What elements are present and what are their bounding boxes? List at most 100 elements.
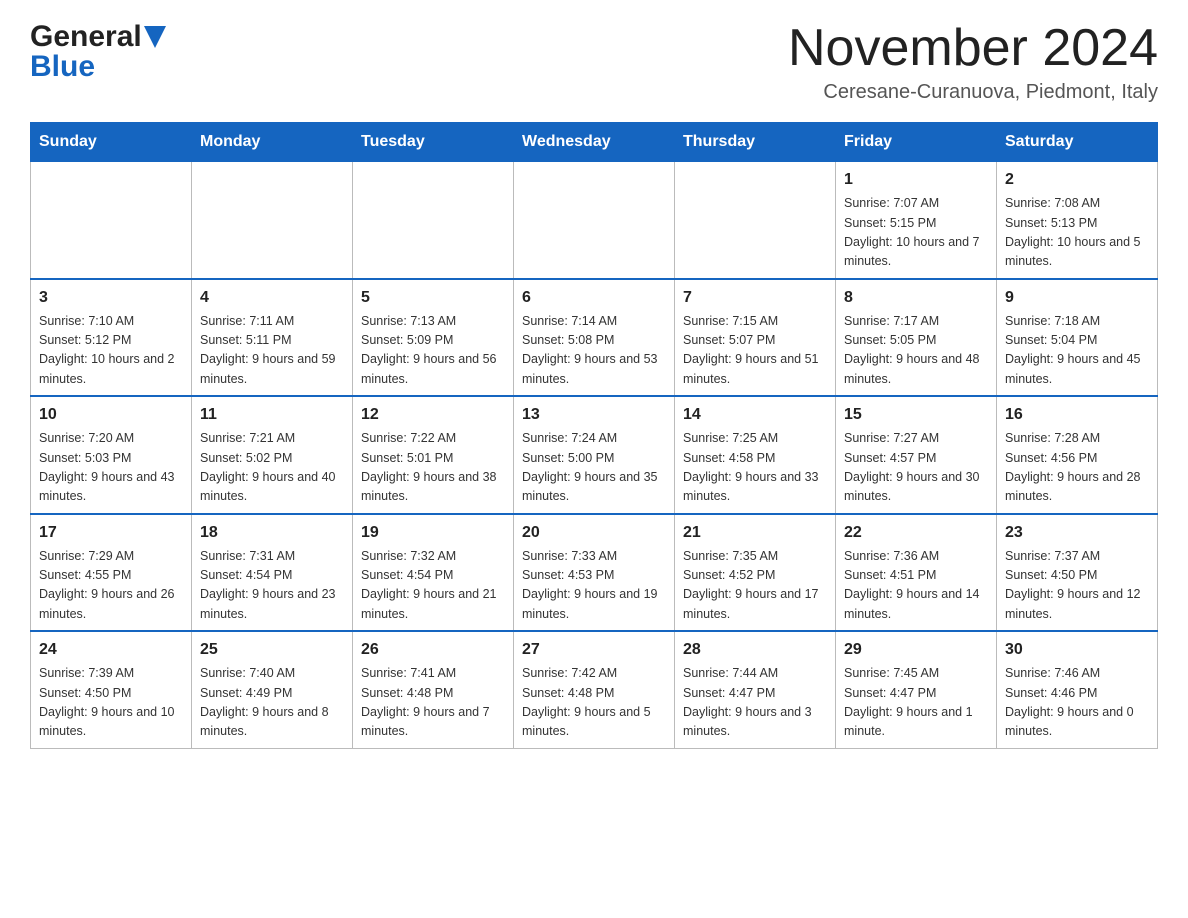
calendar-cell: 10Sunrise: 7:20 AMSunset: 5:03 PMDayligh… bbox=[31, 396, 192, 514]
calendar-week-row: 10Sunrise: 7:20 AMSunset: 5:03 PMDayligh… bbox=[31, 396, 1158, 514]
day-info: Sunrise: 7:17 AMSunset: 5:05 PMDaylight:… bbox=[844, 312, 988, 390]
day-info: Sunrise: 7:42 AMSunset: 4:48 PMDaylight:… bbox=[522, 664, 666, 742]
header-wednesday: Wednesday bbox=[514, 123, 675, 162]
day-number: 27 bbox=[522, 638, 666, 662]
calendar-cell: 11Sunrise: 7:21 AMSunset: 5:02 PMDayligh… bbox=[192, 396, 353, 514]
day-number: 20 bbox=[522, 521, 666, 545]
day-info: Sunrise: 7:46 AMSunset: 4:46 PMDaylight:… bbox=[1005, 664, 1149, 742]
calendar-week-row: 3Sunrise: 7:10 AMSunset: 5:12 PMDaylight… bbox=[31, 279, 1158, 397]
calendar-cell: 13Sunrise: 7:24 AMSunset: 5:00 PMDayligh… bbox=[514, 396, 675, 514]
subtitle: Ceresane-Curanuova, Piedmont, Italy bbox=[788, 81, 1158, 104]
day-info: Sunrise: 7:08 AMSunset: 5:13 PMDaylight:… bbox=[1005, 194, 1149, 272]
calendar-header-row: Sunday Monday Tuesday Wednesday Thursday… bbox=[31, 123, 1158, 162]
day-info: Sunrise: 7:40 AMSunset: 4:49 PMDaylight:… bbox=[200, 664, 344, 742]
day-info: Sunrise: 7:35 AMSunset: 4:52 PMDaylight:… bbox=[683, 547, 827, 625]
calendar-week-row: 17Sunrise: 7:29 AMSunset: 4:55 PMDayligh… bbox=[31, 514, 1158, 632]
calendar-cell: 26Sunrise: 7:41 AMSunset: 4:48 PMDayligh… bbox=[353, 631, 514, 748]
day-number: 23 bbox=[1005, 521, 1149, 545]
header-friday: Friday bbox=[836, 123, 997, 162]
calendar-cell: 3Sunrise: 7:10 AMSunset: 5:12 PMDaylight… bbox=[31, 279, 192, 397]
day-info: Sunrise: 7:15 AMSunset: 5:07 PMDaylight:… bbox=[683, 312, 827, 390]
calendar-cell: 9Sunrise: 7:18 AMSunset: 5:04 PMDaylight… bbox=[997, 279, 1158, 397]
day-number: 28 bbox=[683, 638, 827, 662]
calendar-cell: 12Sunrise: 7:22 AMSunset: 5:01 PMDayligh… bbox=[353, 396, 514, 514]
day-number: 18 bbox=[200, 521, 344, 545]
calendar-cell: 23Sunrise: 7:37 AMSunset: 4:50 PMDayligh… bbox=[997, 514, 1158, 632]
calendar-cell: 17Sunrise: 7:29 AMSunset: 4:55 PMDayligh… bbox=[31, 514, 192, 632]
calendar-cell: 18Sunrise: 7:31 AMSunset: 4:54 PMDayligh… bbox=[192, 514, 353, 632]
day-info: Sunrise: 7:21 AMSunset: 5:02 PMDaylight:… bbox=[200, 429, 344, 507]
day-info: Sunrise: 7:45 AMSunset: 4:47 PMDaylight:… bbox=[844, 664, 988, 742]
title-area: November 2024 Ceresane-Curanuova, Piedmo… bbox=[788, 20, 1158, 104]
day-info: Sunrise: 7:39 AMSunset: 4:50 PMDaylight:… bbox=[39, 664, 183, 742]
calendar-cell: 30Sunrise: 7:46 AMSunset: 4:46 PMDayligh… bbox=[997, 631, 1158, 748]
day-info: Sunrise: 7:24 AMSunset: 5:00 PMDaylight:… bbox=[522, 429, 666, 507]
day-number: 6 bbox=[522, 286, 666, 310]
day-number: 1 bbox=[844, 168, 988, 192]
day-number: 13 bbox=[522, 403, 666, 427]
day-number: 3 bbox=[39, 286, 183, 310]
calendar-cell: 7Sunrise: 7:15 AMSunset: 5:07 PMDaylight… bbox=[675, 279, 836, 397]
calendar-cell: 29Sunrise: 7:45 AMSunset: 4:47 PMDayligh… bbox=[836, 631, 997, 748]
day-info: Sunrise: 7:36 AMSunset: 4:51 PMDaylight:… bbox=[844, 547, 988, 625]
day-info: Sunrise: 7:22 AMSunset: 5:01 PMDaylight:… bbox=[361, 429, 505, 507]
day-number: 12 bbox=[361, 403, 505, 427]
calendar-cell: 24Sunrise: 7:39 AMSunset: 4:50 PMDayligh… bbox=[31, 631, 192, 748]
day-info: Sunrise: 7:28 AMSunset: 4:56 PMDaylight:… bbox=[1005, 429, 1149, 507]
day-number: 17 bbox=[39, 521, 183, 545]
day-info: Sunrise: 7:20 AMSunset: 5:03 PMDaylight:… bbox=[39, 429, 183, 507]
calendar-cell bbox=[31, 162, 192, 279]
day-info: Sunrise: 7:10 AMSunset: 5:12 PMDaylight:… bbox=[39, 312, 183, 390]
header-saturday: Saturday bbox=[997, 123, 1158, 162]
day-number: 15 bbox=[844, 403, 988, 427]
header-monday: Monday bbox=[192, 123, 353, 162]
day-info: Sunrise: 7:33 AMSunset: 4:53 PMDaylight:… bbox=[522, 547, 666, 625]
calendar-cell: 8Sunrise: 7:17 AMSunset: 5:05 PMDaylight… bbox=[836, 279, 997, 397]
day-info: Sunrise: 7:44 AMSunset: 4:47 PMDaylight:… bbox=[683, 664, 827, 742]
day-number: 2 bbox=[1005, 168, 1149, 192]
day-number: 4 bbox=[200, 286, 344, 310]
day-number: 30 bbox=[1005, 638, 1149, 662]
day-info: Sunrise: 7:27 AMSunset: 4:57 PMDaylight:… bbox=[844, 429, 988, 507]
logo-general-text: General bbox=[30, 20, 142, 54]
calendar-cell bbox=[353, 162, 514, 279]
day-number: 29 bbox=[844, 638, 988, 662]
day-number: 25 bbox=[200, 638, 344, 662]
calendar-week-row: 24Sunrise: 7:39 AMSunset: 4:50 PMDayligh… bbox=[31, 631, 1158, 748]
logo: General Blue bbox=[30, 20, 166, 84]
calendar-week-row: 1Sunrise: 7:07 AMSunset: 5:15 PMDaylight… bbox=[31, 162, 1158, 279]
day-info: Sunrise: 7:37 AMSunset: 4:50 PMDaylight:… bbox=[1005, 547, 1149, 625]
day-number: 11 bbox=[200, 403, 344, 427]
page-header: General Blue November 2024 Ceresane-Cura… bbox=[30, 20, 1158, 104]
day-number: 9 bbox=[1005, 286, 1149, 310]
day-info: Sunrise: 7:32 AMSunset: 4:54 PMDaylight:… bbox=[361, 547, 505, 625]
day-info: Sunrise: 7:29 AMSunset: 4:55 PMDaylight:… bbox=[39, 547, 183, 625]
header-sunday: Sunday bbox=[31, 123, 192, 162]
calendar-cell: 22Sunrise: 7:36 AMSunset: 4:51 PMDayligh… bbox=[836, 514, 997, 632]
calendar-cell: 1Sunrise: 7:07 AMSunset: 5:15 PMDaylight… bbox=[836, 162, 997, 279]
day-number: 26 bbox=[361, 638, 505, 662]
calendar-cell: 16Sunrise: 7:28 AMSunset: 4:56 PMDayligh… bbox=[997, 396, 1158, 514]
calendar-cell: 20Sunrise: 7:33 AMSunset: 4:53 PMDayligh… bbox=[514, 514, 675, 632]
page-title: November 2024 bbox=[788, 20, 1158, 77]
day-number: 8 bbox=[844, 286, 988, 310]
day-number: 14 bbox=[683, 403, 827, 427]
day-info: Sunrise: 7:07 AMSunset: 5:15 PMDaylight:… bbox=[844, 194, 988, 272]
logo-icon: General bbox=[30, 20, 166, 54]
calendar-cell bbox=[514, 162, 675, 279]
day-number: 5 bbox=[361, 286, 505, 310]
header-tuesday: Tuesday bbox=[353, 123, 514, 162]
calendar-cell: 6Sunrise: 7:14 AMSunset: 5:08 PMDaylight… bbox=[514, 279, 675, 397]
calendar-cell: 4Sunrise: 7:11 AMSunset: 5:11 PMDaylight… bbox=[192, 279, 353, 397]
calendar-cell: 5Sunrise: 7:13 AMSunset: 5:09 PMDaylight… bbox=[353, 279, 514, 397]
day-info: Sunrise: 7:41 AMSunset: 4:48 PMDaylight:… bbox=[361, 664, 505, 742]
day-info: Sunrise: 7:14 AMSunset: 5:08 PMDaylight:… bbox=[522, 312, 666, 390]
day-number: 7 bbox=[683, 286, 827, 310]
day-number: 21 bbox=[683, 521, 827, 545]
day-info: Sunrise: 7:18 AMSunset: 5:04 PMDaylight:… bbox=[1005, 312, 1149, 390]
day-number: 10 bbox=[39, 403, 183, 427]
calendar-cell: 19Sunrise: 7:32 AMSunset: 4:54 PMDayligh… bbox=[353, 514, 514, 632]
day-info: Sunrise: 7:31 AMSunset: 4:54 PMDaylight:… bbox=[200, 547, 344, 625]
calendar-cell: 27Sunrise: 7:42 AMSunset: 4:48 PMDayligh… bbox=[514, 631, 675, 748]
day-number: 24 bbox=[39, 638, 183, 662]
